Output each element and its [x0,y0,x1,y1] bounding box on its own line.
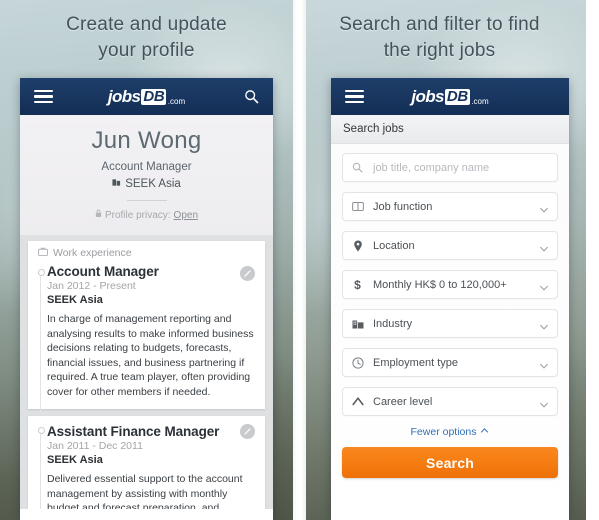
filter-label: Industry [373,317,413,330]
profile-company: SEEK Asia [30,178,263,190]
chevron-down-icon [539,202,549,213]
search-form: job title, company name Job function Loc… [331,144,569,520]
job-dates: Jan 2011 - Dec 2011 [47,440,143,452]
work-experience-section-label: Work experience [38,247,255,264]
profile-privacy-label: Profile privacy: [104,209,171,221]
job-function-icon [351,200,364,213]
chevron-down-icon [539,241,549,252]
filter-industry[interactable]: Industry [342,309,558,338]
logo-jobs-text: jobs [107,86,141,106]
hamburger-icon[interactable] [34,89,53,104]
search-button[interactable]: Search [342,447,558,478]
profile-privacy-row: Profile privacy: Open [30,209,263,221]
work-experience-card-1: Work experience Account Manager Jan 2012… [28,241,265,413]
left-screen: Create and update your profile jobs DB .… [0,0,293,520]
chevron-down-icon [539,280,549,291]
chevron-down-icon [539,358,549,369]
clock-icon [351,356,364,369]
edit-pencil-icon[interactable] [240,424,255,439]
right-navbar: jobs DB .com [331,78,569,115]
filter-salary[interactable]: $ Monthly HK$ 0 to 120,000+ [342,270,558,299]
location-pin-icon [351,239,364,252]
job-title: Account Manager [47,264,159,279]
work-experience-entry: Account Manager Jan 2012 - Present SEEK … [38,264,255,413]
job-dates: Jan 2012 - Present [47,280,136,292]
profile-name: Jun Wong [91,127,202,154]
profile-title: Account Manager [101,161,192,173]
career-level-icon [351,395,364,408]
filter-job-function[interactable]: Job function [342,192,558,221]
filter-location[interactable]: Location [342,231,558,260]
jobsdb-logo[interactable]: jobs DB .com [108,78,185,115]
filter-label: Monthly HK$ 0 to 120,000+ [373,278,507,291]
filter-label: Career level [373,395,433,408]
section-label-text: Work experience [53,247,132,259]
profile-header: Jun Wong Account Manager SEEK Asia Profi… [20,115,273,235]
right-phone-frame: jobs DB .com Search jobs job title, comp… [331,78,569,520]
search-input-placeholder: job title, company name [373,161,490,174]
fewer-options-label: Fewer options [410,426,477,438]
job-description: Delivered essential support to the accou… [47,473,243,509]
filter-label: Location [373,239,415,252]
left-navbar: jobs DB .com [20,78,273,115]
fewer-options-link[interactable]: Fewer options [342,426,558,438]
job-description: In charge of management reporting and an… [47,313,254,398]
filter-label: Job function [373,200,433,213]
logo-com-text: .com [471,97,489,106]
chevron-down-icon [539,397,549,408]
hamburger-icon[interactable] [345,89,364,104]
edit-pencil-icon[interactable] [240,266,255,281]
work-experience-card-2: Assistant Finance Manager Jan 2011 - Dec… [28,416,265,509]
chevron-up-icon [480,426,489,438]
right-screen: Search and filter to find the right jobs… [293,0,586,520]
chevron-down-icon [539,319,549,330]
search-icon[interactable] [244,89,259,104]
industry-icon [351,317,364,330]
panel-divider [293,0,306,520]
right-headline: Search and filter to find the right jobs [339,14,540,61]
job-company: SEEK Asia [47,294,103,306]
work-experience-entry: Assistant Finance Manager Jan 2011 - Dec… [38,422,255,509]
profile-body: Work experience Account Manager Jan 2012… [20,235,273,509]
job-company: SEEK Asia [47,454,103,466]
search-icon [351,161,364,174]
filter-career-level[interactable]: Career level [342,387,558,416]
search-input[interactable]: job title, company name [342,153,558,182]
logo-db-badge: DB [141,87,167,105]
left-headline: Create and update your profile [66,14,227,61]
profile-privacy-value[interactable]: Open [174,210,198,221]
logo-jobs-text: jobs [411,86,444,106]
building-icon [112,178,121,190]
lock-icon [95,209,102,221]
profile-divider [126,200,167,201]
search-jobs-header: Search jobs [331,115,569,144]
filter-employment-type[interactable]: Employment type [342,348,558,377]
filter-label: Employment type [373,356,458,369]
logo-db-badge: DB [444,87,470,105]
left-phone-frame: jobs DB .com Jun Wong Account Manager SE… [20,78,273,520]
jobsdb-logo[interactable]: jobs DB .com [411,78,488,115]
screenshot-root: Create and update your profile jobs DB .… [0,0,599,520]
profile-company-name: SEEK Asia [125,178,181,190]
dollar-icon: $ [354,277,361,292]
logo-com-text: .com [167,97,186,106]
briefcase-icon [38,247,48,259]
job-title: Assistant Finance Manager [47,424,220,439]
